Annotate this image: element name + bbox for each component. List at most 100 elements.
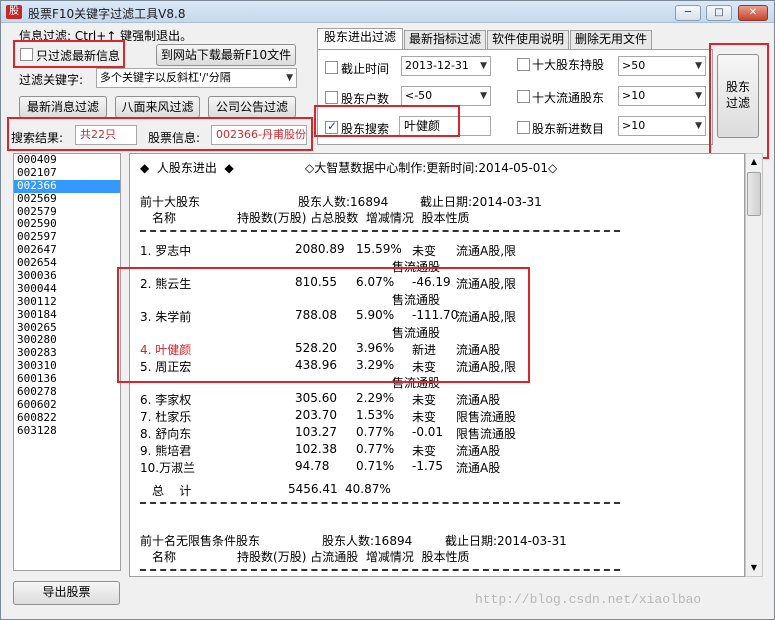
top10-value: >50 [622, 59, 646, 72]
sec2-columns: 名称 持股数(万股) 占流通股 增减情况 股本性质 [152, 550, 470, 564]
data-source: ◇大智慧数据中心制作:更新时间:2014-05-01◇ [305, 161, 558, 175]
tab-manual[interactable]: 软件使用说明 [487, 30, 569, 49]
watermark: http://blog.csdn.net/xiaolbao [475, 592, 702, 607]
row-pct: 1.53% [356, 408, 395, 422]
row-pct: 0.71% [356, 459, 395, 473]
row-chg: 未变 [412, 393, 437, 407]
chevron-down-icon: ▼ [695, 61, 702, 71]
tab-holder-filter[interactable]: 股东进出过滤 [317, 28, 403, 50]
newin-label: 股东新进数目 [532, 122, 605, 136]
holders-count-checkbox[interactable] [325, 91, 338, 104]
highlight-box [117, 267, 530, 383]
list-item[interactable]: 002107 [14, 166, 120, 180]
deadline-combo[interactable]: 2013-12-31 ▼ [401, 56, 491, 76]
row-chg: 未变 [412, 444, 437, 458]
row-type: 流通A股 [456, 444, 501, 458]
highlight-box [7, 117, 313, 151]
highlight-box [314, 105, 460, 137]
row-pct: 15.59% [356, 242, 402, 256]
list-item[interactable]: 300036 [14, 269, 120, 283]
section-header: ◆ 人股东进出 ◆ [140, 161, 234, 175]
chevron-down-icon: ▼ [286, 73, 293, 83]
sec1-columns: 名称 持股数(万股) 占总股数 增减情况 股本性质 [152, 211, 470, 225]
row-name: 6. 李家权 [140, 393, 192, 407]
maximize-button[interactable]: □ [706, 5, 732, 21]
list-item[interactable]: 300184 [14, 308, 120, 322]
row-chg: -0.01 [412, 425, 444, 439]
list-item[interactable]: 300044 [14, 282, 120, 296]
scroll-up-icon[interactable]: ▲ [746, 154, 762, 170]
top10-combo[interactable]: >50 ▼ [618, 56, 706, 76]
keyword-label: 过滤关键字: [19, 73, 84, 87]
highlight-box [709, 43, 769, 159]
list-item[interactable]: 600602 [14, 398, 120, 412]
total-pct: 40.87% [345, 482, 391, 496]
row-type: 流通A股,限 [456, 244, 517, 258]
row-name: 8. 舒向东 [140, 427, 192, 441]
row-type: 限售流通股 [456, 427, 517, 441]
row-shares: 305.60 [295, 391, 337, 405]
list-item[interactable]: 600822 [14, 411, 120, 425]
newin-combo[interactable]: >10 ▼ [618, 116, 706, 136]
export-stocks-button[interactable]: 导出股票 [13, 581, 120, 605]
row-pct: 0.77% [356, 425, 395, 439]
row-type: 流通A股 [456, 461, 501, 475]
top10-label: 十大股东持股 [532, 58, 605, 72]
total-label: 总 计 [152, 484, 192, 498]
highlight-box [13, 40, 125, 68]
list-item[interactable]: 002569 [14, 192, 120, 206]
list-item[interactable]: 600278 [14, 385, 120, 399]
stock-list[interactable]: 000409 002107 002366 002569 002579 002590 0025… [13, 153, 121, 571]
list-item[interactable]: 300112 [14, 295, 120, 309]
list-item[interactable]: 002366 [14, 179, 120, 193]
scroll-thumb[interactable] [747, 172, 761, 216]
top10flow-value: >10 [622, 89, 646, 102]
close-button[interactable]: ✕ [738, 5, 768, 21]
download-f10-button[interactable]: 到网站下载最新F10文件 [156, 44, 296, 66]
row-type: 流通A股 [456, 393, 501, 407]
sec2-count: 股东人数:16894 [322, 534, 413, 548]
list-item[interactable]: 000409 [14, 153, 120, 167]
deadline-value: 2013-12-31 [405, 59, 469, 72]
list-item[interactable]: 603128 [14, 424, 120, 438]
divider [140, 569, 620, 571]
news-filter-button[interactable]: 最新消息过滤 [19, 96, 107, 118]
scroll-down-icon[interactable]: ▼ [746, 560, 762, 576]
row-shares: 203.70 [295, 408, 337, 422]
row-name: 10.万淑兰 [140, 461, 196, 475]
sec1-title: 前十大股东 [140, 195, 201, 209]
top10flow-checkbox[interactable] [517, 90, 530, 103]
row-chg: 未变 [412, 244, 437, 258]
keyword-combo[interactable]: 多个关键字以反斜杠'/'分隔 ▼ [96, 68, 297, 88]
chevron-down-icon: ▼ [480, 61, 487, 71]
minimize-button[interactable]: ─ [675, 5, 701, 21]
app-window: 股 股票F10关键字过滤工具V8.8 ─ □ ✕ 信息过滤: Ctrl+↑ 键强… [0, 0, 775, 620]
sec2-date: 截止日期:2014-03-31 [445, 534, 567, 548]
deadline-label: 截止时间 [341, 62, 390, 76]
chevron-down-icon: ▼ [480, 91, 487, 101]
row-shares: 94.78 [295, 459, 330, 473]
chevron-down-icon: ▼ [695, 91, 702, 101]
window-title: 股票F10关键字过滤工具V8.8 [28, 7, 186, 21]
newin-value: >10 [622, 119, 646, 132]
sec1-count: 股东人数:16894 [298, 195, 389, 209]
top10-checkbox[interactable] [517, 58, 530, 71]
newin-checkbox[interactable] [517, 121, 530, 134]
eight-winds-filter-button[interactable]: 八面来风过滤 [115, 96, 200, 118]
app-icon: 股 [6, 5, 22, 19]
holders-count-combo[interactable]: <-50 ▼ [401, 86, 491, 106]
row-name: 1. 罗志中 [140, 244, 192, 258]
scrollbar[interactable]: ▲ ▼ [745, 153, 763, 577]
chevron-down-icon: ▼ [695, 121, 702, 131]
row-pct: 2.29% [356, 391, 395, 405]
announcement-filter-button[interactable]: 公司公告过滤 [208, 96, 296, 118]
deadline-checkbox[interactable] [325, 61, 338, 74]
tab-delete-files[interactable]: 删除无用文件 [570, 30, 652, 49]
holders-count-value: <-50 [405, 89, 433, 102]
row-shares: 102.38 [295, 442, 337, 456]
sec1-date: 截止日期:2014-03-31 [420, 195, 542, 209]
top10flow-combo[interactable]: >10 ▼ [618, 86, 706, 106]
row-pct: 0.77% [356, 442, 395, 456]
tab-indicator-filter[interactable]: 最新指标过滤 [404, 30, 486, 49]
divider [140, 230, 620, 232]
